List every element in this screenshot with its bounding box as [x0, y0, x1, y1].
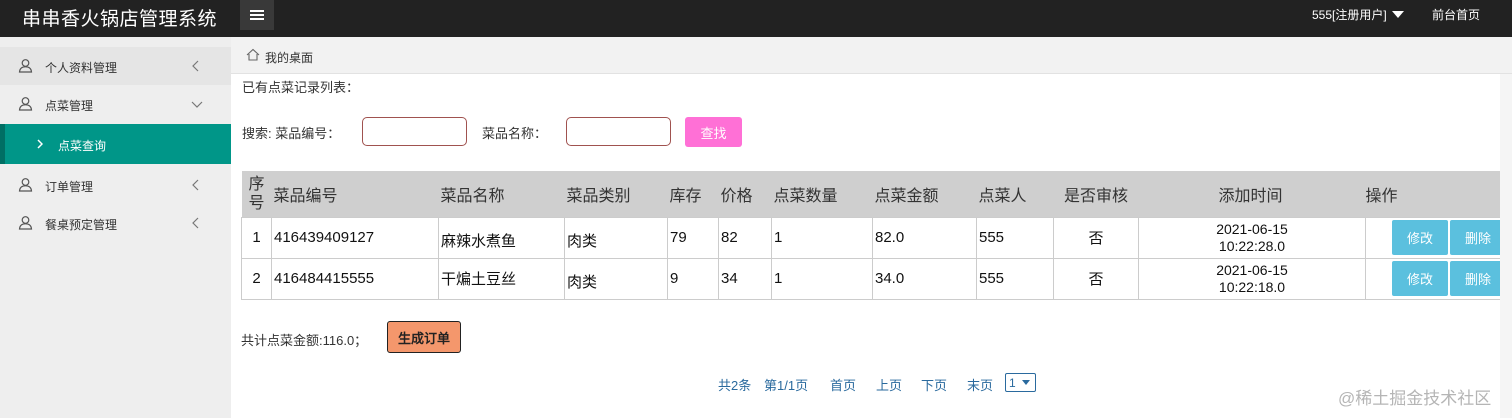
cell-added-time: 2021-06-15 10:22:18.0 — [1138, 257, 1366, 300]
cell-name: 干煸土豆丝 — [438, 257, 565, 300]
table-header-row: 序号 菜品编号 菜品名称 菜品类别 库存 价格 点菜数量 点菜金额 点菜人 是否… — [241, 171, 1512, 217]
cell-price: 82 — [718, 216, 772, 259]
vertical-scrollbar[interactable] — [1500, 74, 1512, 418]
menu-toggle-button[interactable] — [240, 0, 274, 30]
cell-category: 肉类 — [564, 216, 668, 259]
cell-qty: 1 — [771, 216, 873, 259]
order-records-table: 序号 菜品编号 菜品名称 菜品类别 库存 价格 点菜数量 点菜金额 点菜人 是否… — [241, 171, 1512, 300]
user-menu-dropdown[interactable]: 555[注册用户] — [1312, 6, 1404, 23]
pager-first-link[interactable]: 首页 — [830, 375, 856, 394]
hamburger-icon — [250, 9, 264, 21]
chevron-down-icon — [1021, 380, 1030, 385]
chevron-left-icon — [191, 179, 199, 194]
cell-price: 34 — [718, 257, 772, 300]
col-header-audited: 是否审核 — [1053, 171, 1139, 217]
delete-button[interactable]: 删除 — [1450, 261, 1506, 296]
sidebar-item-table-booking[interactable]: 餐桌预定管理 — [0, 204, 231, 242]
front-home-link[interactable]: 前台首页 — [1432, 6, 1480, 23]
col-header-price: 价格 — [718, 171, 772, 217]
generate-order-button[interactable]: 生成订单 — [387, 321, 461, 353]
total-amount-text: 共计点菜金额:116.0； — [241, 333, 368, 348]
cell-code: 416484415555 — [271, 257, 439, 300]
col-header-index: 序号 — [241, 171, 272, 217]
sidebar-item-label: 点菜管理 — [45, 99, 94, 113]
cell-qty: 1 — [771, 257, 873, 300]
cell-actions: 修改删除详细 — [1365, 257, 1512, 300]
list-title: 已有点菜记录列表： — [242, 80, 360, 95]
cell-orderer: 555 — [976, 257, 1054, 300]
cell-category: 肉类 — [564, 257, 668, 300]
chevron-left-icon — [191, 60, 199, 75]
edit-button[interactable]: 修改 — [1392, 261, 1448, 296]
chevron-left-icon — [191, 217, 199, 232]
sidebar-subitem-label: 点菜查询 — [58, 139, 107, 153]
sidebar-subitem-order-query[interactable]: 点菜查询 — [0, 124, 231, 164]
chevron-right-icon — [37, 138, 44, 152]
dish-code-input[interactable] — [362, 117, 467, 146]
col-header-actions: 操作 — [1365, 171, 1512, 217]
col-header-stock: 库存 — [667, 171, 719, 217]
top-navbar: 串串香火锅店管理系统 555[注册用户] 前台首页 — [0, 0, 1512, 37]
pager-next-link[interactable]: 下页 — [921, 375, 947, 394]
search-name-label: 菜品名称： — [482, 126, 548, 141]
cell-stock: 79 — [667, 216, 719, 259]
search-button[interactable]: 查找 — [685, 117, 742, 147]
user-icon — [18, 58, 33, 76]
col-header-added-time: 添加时间 — [1138, 171, 1366, 217]
user-icon — [18, 177, 33, 195]
watermark-text: @稀土掘金技术社区 — [1338, 389, 1492, 408]
sidebar-item-orders[interactable]: 订单管理 — [0, 166, 231, 204]
pager-page-info: 第1/1页 — [764, 378, 809, 393]
breadcrumb-label: 我的桌面 — [265, 51, 314, 65]
cell-name: 麻辣水煮鱼 — [438, 216, 565, 259]
cell-index: 1 — [241, 216, 272, 259]
col-header-code: 菜品编号 — [271, 171, 439, 217]
added-date: 2021-06-15 — [1216, 261, 1288, 278]
pager-prev-link[interactable]: 上页 — [876, 375, 902, 394]
cell-code: 416439409127 — [271, 216, 439, 259]
page-select-value: 1 — [1009, 375, 1016, 390]
dish-name-input[interactable] — [566, 117, 671, 146]
app-title: 串串香火锅店管理系统 — [22, 9, 218, 30]
cell-orderer: 555 — [976, 216, 1054, 259]
cell-actions: 修改删除详细 — [1365, 216, 1512, 259]
cell-stock: 9 — [667, 257, 719, 300]
pager-last-link[interactable]: 末页 — [967, 375, 993, 394]
page-select[interactable]: 1 — [1005, 373, 1036, 392]
user-icon — [18, 215, 33, 233]
cell-amount: 34.0 — [872, 257, 977, 300]
breadcrumb: 我的桌面 — [231, 37, 1512, 74]
search-code-label: 搜索: 菜品编号： — [242, 126, 341, 141]
added-clock: 10:22:28.0 — [1218, 237, 1286, 254]
pager-count: 共2条 — [718, 378, 752, 393]
user-label: 555[注册用户] — [1312, 8, 1387, 22]
col-header-qty: 点菜数量 — [771, 171, 873, 217]
sidebar-item-label: 个人资料管理 — [45, 61, 118, 75]
home-icon — [246, 48, 260, 64]
sidebar: 个人资料管理 点菜管理 点菜查询 订单管理 餐桌预定管理 — [0, 37, 231, 418]
edit-button[interactable]: 修改 — [1392, 220, 1448, 255]
cell-added-time: 2021-06-15 10:22:28.0 — [1138, 216, 1366, 259]
col-header-category: 菜品类别 — [564, 171, 668, 217]
cell-amount: 82.0 — [872, 216, 977, 259]
active-indicator — [0, 124, 5, 164]
cell-audited: 否 — [1053, 257, 1139, 300]
delete-button[interactable]: 删除 — [1450, 220, 1506, 255]
table-row: 1 416439409127 麻辣水煮鱼 肉类 79 82 1 82.0 555… — [241, 216, 1512, 259]
user-icon — [18, 96, 33, 114]
sidebar-item-label: 餐桌预定管理 — [45, 218, 118, 232]
cell-index: 2 — [241, 257, 272, 300]
sidebar-item-profile[interactable]: 个人资料管理 — [0, 47, 231, 85]
caret-down-icon — [1391, 11, 1404, 18]
cell-audited: 否 — [1053, 216, 1139, 259]
col-header-name: 菜品名称 — [438, 171, 565, 217]
chevron-down-icon — [191, 98, 203, 112]
added-clock: 10:22:18.0 — [1218, 278, 1286, 295]
added-date: 2021-06-15 — [1216, 220, 1288, 237]
table-row: 2 416484415555 干煸土豆丝 肉类 9 34 1 34.0 555 … — [241, 257, 1512, 300]
sidebar-item-label: 订单管理 — [45, 180, 94, 194]
sidebar-item-ordering[interactable]: 点菜管理 — [0, 85, 231, 123]
col-header-amount: 点菜金额 — [872, 171, 977, 217]
col-header-orderer: 点菜人 — [976, 171, 1054, 217]
